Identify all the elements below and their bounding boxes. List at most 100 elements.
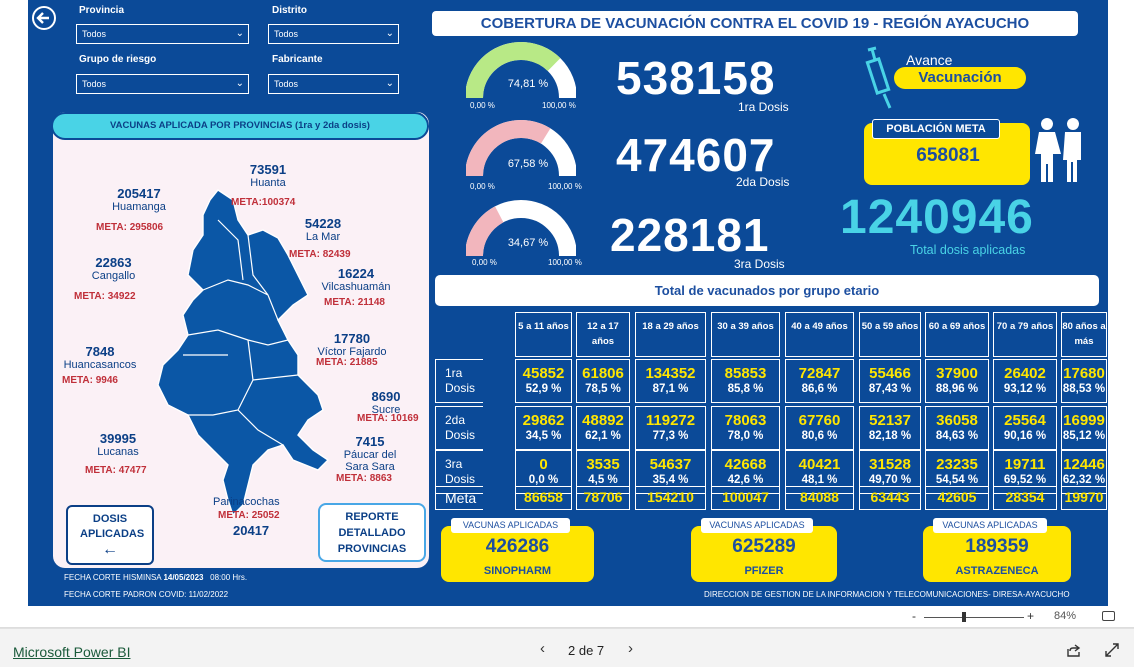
age-cell-percent: 85,12 %	[1062, 430, 1106, 442]
dose-2-label: 2da Dosis	[736, 175, 790, 189]
fullscreen-icon[interactable]	[1105, 643, 1119, 657]
province-huamanga: 205417 Huamanga	[104, 186, 174, 213]
age-cell-value: 78063	[724, 412, 767, 429]
age-cell: 72847 86,6 %	[785, 359, 854, 403]
age-cell-value: 48892	[582, 412, 624, 429]
zoom-slider-thumb[interactable]	[962, 612, 966, 622]
fajardo-meta: META: 21885	[316, 357, 378, 368]
gauge-1-value: 74,81 %	[507, 78, 549, 90]
fecha-corte-1: FECHA CORTE HISMINSA 14/05/2023 08:00 Hr…	[64, 573, 247, 582]
back-arrow-icon[interactable]	[32, 6, 56, 30]
age-cell-value: 26402	[1004, 365, 1046, 382]
age-cell-percent: 84,63 %	[935, 430, 979, 442]
zoom-level: 84%	[1054, 610, 1077, 622]
meta-cell-value: 86658	[524, 489, 563, 505]
age-cell-value: 3535	[586, 456, 620, 473]
lamar-name: La Mar	[305, 231, 341, 243]
provincia-select[interactable]: Todos ⌄	[76, 24, 249, 44]
fabricante-label: Fabricante	[272, 54, 323, 65]
age-cell-value: 52137	[869, 412, 911, 429]
meta-label: META:	[316, 357, 347, 368]
age-header-6: 60 a 69 años	[925, 312, 989, 357]
age-cell-percent: 34,5 %	[525, 430, 562, 442]
fecha-corte-1-date: 14/05/2023	[163, 573, 204, 582]
lamar-meta-value: 82439	[322, 249, 351, 260]
lucanas-meta-value: 47477	[118, 465, 147, 476]
age-cell: 78063 78,0 %	[711, 406, 780, 450]
age-cell-value: 72847	[798, 365, 841, 382]
age-cell-percent: 86,6 %	[801, 383, 838, 395]
grupo-riesgo-select[interactable]: Todos ⌄	[76, 74, 249, 94]
age-cell-value: 40421	[798, 456, 841, 473]
sucre-meta: META: 10169	[357, 413, 419, 424]
vaccine-card-value: 426286	[485, 536, 550, 557]
avance-line-1: Avance	[906, 52, 953, 68]
distrito-select[interactable]: Todos ⌄	[268, 24, 399, 44]
map-panel-title: VACUNAS APLICADA POR PROVINCIAS (1ra y 2…	[51, 112, 429, 140]
age-cell-percent: 88,53 %	[1062, 383, 1106, 395]
age-cell-percent: 80,6 %	[801, 430, 838, 442]
age-cell-percent: 54,54 %	[935, 474, 979, 486]
vaccine-card-value: 189359	[965, 536, 1029, 557]
age-cell: 48892 62,1 %	[576, 406, 630, 450]
reporte-detallado-button[interactable]: REPORTE DETALLADO PROVINCIAS	[318, 503, 426, 562]
dosis-aplicadas-button[interactable]: DOSIS APLICADAS ←	[66, 505, 154, 565]
row-label-1: 2da Dosis	[435, 406, 483, 450]
gauge-1-max: 100,00 %	[542, 101, 576, 110]
meta-cell: 19970	[1061, 486, 1107, 510]
meta-cell-value: 63443	[870, 489, 910, 505]
paucar-meta-value: 8863	[369, 473, 392, 484]
grupo-riesgo-value: Todos	[82, 79, 107, 89]
age-header-5: 50 a 59 años	[859, 312, 921, 357]
age-cell-value: 31528	[869, 456, 911, 473]
zoom-in-button[interactable]: +	[1027, 609, 1034, 623]
age-cell-percent: 42,6 %	[727, 474, 764, 486]
meta-cell: 100047	[711, 486, 780, 510]
age-cell-value: 16999	[1063, 412, 1105, 429]
age-cell-percent: 62,32 %	[1062, 474, 1106, 486]
age-cell: 55466 87,43 %	[859, 359, 921, 403]
age-cell: 119272 77,3 %	[635, 406, 706, 450]
provincia-label: Provincia	[79, 5, 125, 16]
meta-cell: 86658	[515, 486, 572, 510]
share-icon[interactable]	[1066, 643, 1082, 657]
province-paucar: 7415 Páucar del Sara Sara	[338, 434, 402, 473]
people-icon	[1035, 118, 1081, 182]
age-cell-value: 54637	[649, 456, 692, 473]
meta-cell: 63443	[859, 486, 921, 510]
vilcas-meta: META: 21148	[324, 297, 385, 308]
huanta-name: Huanta	[250, 177, 286, 189]
age-cell-percent: 78,5 %	[585, 383, 621, 395]
fit-page-icon[interactable]	[1102, 611, 1115, 621]
meta-cell: 42605	[925, 486, 989, 510]
prev-page-icon[interactable]: ‹	[540, 640, 545, 657]
page-title: COBERTURA DE VACUNACIÓN CONTRA EL COVID …	[432, 11, 1078, 36]
total-dosis-value: 1240946	[840, 191, 1034, 244]
fabricante-select[interactable]: Todos ⌄	[268, 74, 399, 94]
gauge-3-max: 100,00 %	[548, 258, 582, 267]
huamanga-value: 205417	[117, 186, 161, 201]
paucar-name: Páucar del	[343, 449, 397, 461]
meta-cell-value: 28354	[1005, 489, 1045, 505]
dose-1-value: 538158	[616, 52, 776, 104]
age-cell-percent: 87,1 %	[652, 383, 689, 395]
reporte-detallado-label: REPORTE DETALLADO PROVINCIAS	[337, 511, 407, 555]
row-label-0: 1ra Dosis	[435, 359, 483, 403]
meta-cell-value: 78706	[583, 489, 623, 505]
vaccine-card-header: VACUNAS APLICADAS	[701, 518, 813, 533]
age-cell: 37900 88,96 %	[925, 359, 989, 403]
age-cell-value: 37900	[936, 365, 978, 382]
age-header-4: 40 a 49 años	[785, 312, 854, 357]
meta-cell-value: 42605	[937, 489, 977, 505]
zoom-slider[interactable]	[924, 612, 1024, 622]
vilcas-value: 16224	[337, 266, 375, 281]
age-cell: 29862 34,5 %	[515, 406, 572, 450]
zoom-out-button[interactable]: -	[912, 609, 916, 623]
gauge-fill	[466, 206, 504, 257]
age-cell: 26402 93,12 %	[993, 359, 1057, 403]
powerbi-link[interactable]: Microsoft Power BI	[13, 644, 130, 660]
next-page-icon[interactable]: ›	[628, 640, 633, 657]
age-cell-percent: 62,1 %	[585, 430, 621, 442]
age-cell: 85853 85,8 %	[711, 359, 780, 403]
huancasancos-name: Huancasancos	[63, 359, 137, 371]
